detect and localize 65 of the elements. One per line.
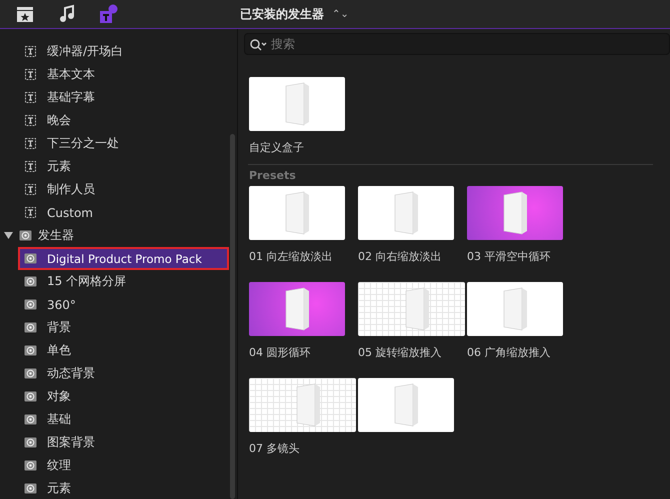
sidebar-item[interactable]: 动态背景	[0, 362, 227, 385]
generator-icon	[24, 413, 37, 426]
generator-icon	[24, 321, 37, 334]
thumbnail-label: 06 广角缩放推入	[467, 345, 552, 360]
thumbnail[interactable]	[249, 186, 345, 240]
browser-title[interactable]: 已安装的发生器	[240, 6, 324, 22]
generator-icon	[24, 298, 37, 311]
thumbnail-label: 01 向左缩放淡出	[249, 249, 334, 264]
sidebar-item[interactable]: 纹理	[0, 454, 227, 477]
thumbnail[interactable]	[467, 186, 563, 240]
sidebar-item[interactable]: 15 个网格分屏	[0, 270, 227, 293]
disclosure-triangle-icon[interactable]	[4, 231, 13, 240]
generator-icon	[24, 344, 37, 357]
title-icon	[99, 4, 119, 24]
title-icon	[24, 183, 37, 196]
sidebar-item[interactable]: Digital Product Promo Pack	[18, 247, 229, 270]
search-field[interactable]: 搜索	[244, 33, 670, 55]
sidebar-item[interactable]: 元素	[0, 477, 227, 499]
thumbnail[interactable]	[249, 282, 345, 336]
generator-icon	[24, 482, 37, 495]
sidebar-item[interactable]: 晚会	[0, 109, 227, 132]
sidebar-item[interactable]: 元素	[0, 155, 227, 178]
thumbnail[interactable]	[249, 378, 356, 432]
sidebar-item[interactable]: 制作人员	[0, 178, 227, 201]
generator-icon	[24, 390, 37, 403]
thumbnail-label: 05 旋转缩放推入	[358, 345, 442, 360]
thumbnail-label: 03 平滑空中循环	[467, 249, 552, 264]
thumbnail[interactable]	[467, 282, 563, 336]
sidebar-item[interactable]: 单色	[0, 339, 227, 362]
sidebar-item[interactable]: 基础字幕	[0, 86, 227, 109]
thumbnail[interactable]	[358, 186, 454, 240]
thumbnail[interactable]	[358, 282, 465, 336]
sidebar-item[interactable]: 基础	[0, 408, 227, 431]
title-icon	[24, 114, 37, 127]
title-icon	[24, 206, 37, 219]
sidebar-item[interactable]: 对象	[0, 385, 227, 408]
scrollbar[interactable]	[230, 134, 235, 499]
sidebar-item[interactable]: 360°	[0, 293, 227, 316]
sidebar-item[interactable]: 背景	[0, 316, 227, 339]
thumbnail-label: 02 向右缩放淡出	[358, 249, 442, 264]
title-icon	[24, 45, 37, 58]
thumbnail-label: 04 圆形循环	[249, 345, 312, 360]
title-icon	[24, 68, 37, 81]
thumbnail[interactable]	[358, 378, 454, 432]
title-icon	[24, 160, 37, 173]
sidebar-item[interactable]: 下三分之一处	[0, 132, 227, 155]
sidebar-item[interactable]: 基本文本	[0, 63, 227, 86]
thumbnail[interactable]	[249, 77, 345, 131]
thumbnail-label: 自定义盒子	[249, 140, 305, 155]
generator-icon	[24, 367, 37, 380]
music-note-icon	[57, 4, 77, 24]
thumbnail-label: 07 多镜头	[249, 441, 300, 456]
sidebar-item[interactable]: Custom	[0, 201, 227, 224]
sidebar-item[interactable]: 图案背景	[0, 431, 227, 454]
generator-icon	[19, 229, 32, 242]
generator-icon	[24, 275, 37, 288]
generator-icon	[24, 252, 37, 265]
chevron-icon[interactable]: ⌃⌄	[332, 8, 349, 20]
generator-icon	[24, 436, 37, 449]
sidebar-item[interactable]: 发生器	[0, 224, 227, 247]
title-icon	[24, 91, 37, 104]
generator-icon	[24, 459, 37, 472]
sidebar-item[interactable]: 缓冲器/开场白	[0, 40, 227, 63]
clapperboard-icon	[15, 4, 35, 24]
title-icon	[24, 137, 37, 150]
